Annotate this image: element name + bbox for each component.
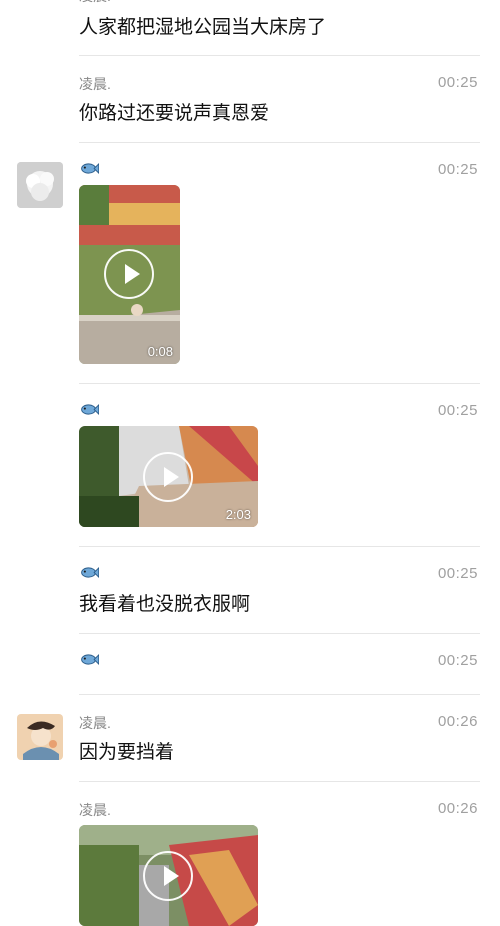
message-time: 00:25	[437, 74, 478, 91]
message-time: 00:26	[437, 713, 478, 730]
video-thumbnail[interactable]	[79, 825, 258, 926]
message-item: 00:25	[0, 634, 500, 694]
play-icon[interactable]	[104, 249, 154, 299]
message-text[interactable]: 你路过还要说声真恩爱	[79, 98, 269, 125]
message-text[interactable]: 因为要挡着	[79, 737, 174, 764]
message-time: 00:25	[437, 652, 478, 669]
message-text[interactable]: 人家都把湿地公园当大床房了	[79, 12, 326, 39]
message-item: 凌晨. 00:26 因为要挡着	[0, 695, 500, 781]
message-time: 00:25	[437, 565, 478, 582]
message-time: 00:25	[437, 161, 478, 178]
message-item: 00:25 2:03	[0, 384, 500, 546]
message-time: 00:26	[437, 800, 478, 817]
avatar[interactable]	[17, 714, 63, 760]
message-time: 00:25	[437, 402, 478, 419]
video-duration: 2:03	[225, 507, 251, 522]
fish-icon[interactable]	[80, 403, 99, 416]
fish-icon[interactable]	[80, 566, 99, 579]
play-icon[interactable]	[143, 452, 193, 502]
sender-name[interactable]: 凌晨.	[79, 800, 111, 820]
video-duration: 0:08	[147, 344, 173, 359]
message-item: 凌晨. 00:26	[0, 782, 500, 926]
play-icon[interactable]	[143, 851, 193, 901]
avatar-image	[17, 162, 63, 208]
sender-name[interactable]: 凌晨.	[79, 74, 111, 94]
sender-name-clipped: 凌晨.	[79, 0, 111, 6]
message-item: 凌晨. 00:25 你路过还要说声真恩爱	[0, 56, 500, 142]
fish-icon[interactable]	[80, 653, 99, 666]
video-thumbnail[interactable]: 0:08	[79, 185, 180, 364]
fish-icon[interactable]	[80, 162, 99, 175]
sender-name[interactable]: 凌晨.	[79, 713, 111, 733]
message-text[interactable]: 我看着也没脱衣服啊	[79, 589, 250, 616]
message-item: 00:25 0:08	[0, 143, 500, 383]
avatar-image	[17, 714, 63, 760]
message-item: 00:25 我看着也没脱衣服啊	[0, 547, 500, 633]
video-thumbnail[interactable]: 2:03	[79, 426, 258, 527]
message-item: 凌晨. 人家都把湿地公园当大床房了	[0, 0, 500, 56]
avatar[interactable]	[17, 162, 63, 208]
